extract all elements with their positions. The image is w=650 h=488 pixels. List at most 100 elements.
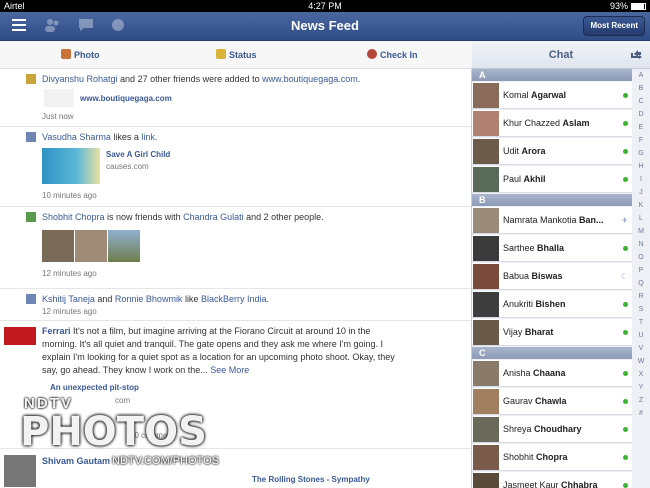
chat-contact[interactable]: Shobhit Chopra (472, 444, 632, 471)
story-actor[interactable]: Ferrari (42, 326, 71, 336)
story-actor[interactable]: Shivam Gautam (42, 456, 110, 466)
index-letter[interactable]: V (632, 342, 650, 355)
chat-contact[interactable]: Namrata Mankotia Ban... ✈ (472, 207, 632, 234)
online-status-icon (623, 93, 628, 98)
share-icon[interactable] (630, 49, 642, 59)
story-actor[interactable]: Kshitij Taneja (42, 294, 95, 304)
comments-count[interactable]: 20 comme (130, 431, 167, 440)
story-target[interactable]: BlackBerry India (201, 294, 267, 304)
contact-first-name: Paul (503, 174, 524, 184)
story-actor[interactable]: Shobhit Chopra (42, 212, 105, 222)
index-letter[interactable]: X (632, 368, 650, 381)
index-letter[interactable]: T (632, 316, 650, 329)
chat-contact[interactable]: Komal Agarwal (472, 82, 632, 109)
online-status-icon (623, 399, 628, 404)
contact-name: Khur Chazzed Aslam (503, 118, 611, 128)
contact-first-name: Shobhit (503, 452, 537, 462)
index-letter[interactable]: G (632, 147, 650, 160)
index-letter[interactable]: H (632, 160, 650, 173)
index-letter[interactable]: # (632, 407, 650, 420)
ferrari-avatar[interactable] (4, 327, 36, 345)
index-letter[interactable]: Z (632, 394, 650, 407)
index-letter[interactable]: K (632, 199, 650, 212)
index-letter[interactable]: P (632, 264, 650, 277)
friend-photo[interactable] (108, 230, 140, 262)
index-letter[interactable]: N (632, 238, 650, 251)
avatar (473, 320, 499, 345)
chat-contact[interactable]: Udit Arora (472, 138, 632, 165)
index-letter[interactable]: Q (632, 277, 650, 290)
status-button[interactable]: Status (216, 49, 257, 60)
link-title[interactable]: The Rolling Stones - Sympathy (252, 475, 370, 484)
index-letter[interactable]: R (632, 290, 650, 303)
story-target[interactable]: Chandra Gulati (183, 212, 244, 222)
link-title[interactable]: Save A Girl Child (106, 150, 170, 159)
index-letter[interactable]: Y (632, 381, 650, 394)
index-letter[interactable]: A (632, 69, 650, 82)
avatar (473, 361, 499, 386)
index-letter[interactable]: E (632, 121, 650, 134)
index-letter[interactable]: M (632, 225, 650, 238)
index-letter[interactable]: L (632, 212, 650, 225)
most-recent-button[interactable]: Most Recent (583, 16, 645, 36)
avatar (473, 389, 499, 414)
chat-contact[interactable]: Gaurav Chawla (472, 388, 632, 415)
clock: 4:27 PM (308, 1, 342, 11)
index-letter[interactable]: D (632, 108, 650, 121)
feed-story: Vasudha Sharma likes a link. Save A Girl… (0, 127, 471, 207)
index-letter[interactable]: U (632, 329, 650, 342)
photo-button[interactable]: Photo (61, 49, 100, 60)
contact-first-name: Gaurav (503, 396, 536, 406)
contact-last-name: Bhalla (537, 243, 565, 253)
chat-contact[interactable]: Shreya Choudhary (472, 416, 632, 443)
online-status-icon (623, 455, 628, 460)
link-title[interactable]: www.boutiquegaga.com (80, 94, 172, 103)
index-letter[interactable]: B (632, 82, 650, 95)
contact-name: Shobhit Chopra (503, 452, 611, 462)
chat-contact[interactable]: Anisha Chaana (472, 360, 632, 387)
news-feed[interactable]: Divyanshu Rohatgi and 27 other friends w… (0, 69, 472, 488)
index-letter[interactable]: C (632, 95, 650, 108)
index-letter[interactable]: O (632, 251, 650, 264)
contact-first-name: Namrata Mankotia (503, 215, 580, 225)
alphabet-index[interactable]: A B C D E F G H I J K L M N O P Q R S T U V W X Y Z # (632, 69, 650, 488)
contact-last-name: Arora (521, 146, 546, 156)
story-text: Divyanshu Rohatgi and 27 other friends w… (42, 74, 361, 84)
index-letter[interactable]: I (632, 173, 650, 186)
friend-photo[interactable] (75, 230, 107, 262)
avatar (473, 445, 499, 470)
feed-story: Kshitij Taneja and Ronnie Bhowmik like B… (0, 289, 471, 321)
see-more-link[interactable]: See More (210, 365, 249, 375)
contact-name: Namrata Mankotia Ban... (503, 215, 611, 225)
chat-contact[interactable]: Jasmeet Kaur Chhabra (472, 472, 632, 488)
contact-last-name: Aslam (562, 118, 590, 128)
contact-name: Anisha Chaana (503, 368, 611, 378)
friend-photo[interactable] (42, 230, 74, 262)
contact-name: Udit Arora (503, 146, 611, 156)
chat-contact[interactable]: Babua Biswas ☾ (472, 263, 632, 290)
story-actor[interactable]: Divyanshu Rohatgi (42, 74, 118, 84)
index-letter[interactable]: J (632, 186, 650, 199)
story-target[interactable]: Ronnie Bhowmik (115, 294, 183, 304)
actor-avatar[interactable] (4, 455, 36, 487)
chat-contact[interactable]: Anukriti Bishen (472, 291, 632, 318)
link-title[interactable]: An unexpected pit-stop (50, 383, 139, 392)
chat-contact[interactable]: Sarthee Bhalla (472, 235, 632, 262)
like-icon (26, 132, 36, 142)
battery-icon (631, 3, 646, 10)
story-text: Shobhit Chopra is now friends with Chand… (42, 212, 324, 222)
story-target[interactable]: www.boutiquegaga.com (262, 74, 358, 84)
story-text: Shivam Gautam (42, 455, 462, 468)
chat-contact[interactable]: Khur Chazzed Aslam (472, 110, 632, 137)
index-letter[interactable]: W (632, 355, 650, 368)
contact-name: Sarthee Bhalla (503, 243, 611, 253)
check-in-button[interactable]: Check In (367, 49, 418, 60)
index-letter[interactable]: S (632, 303, 650, 316)
online-status-icon (623, 330, 628, 335)
chat-contact[interactable]: Vijay Bharat (472, 319, 632, 346)
index-letter[interactable]: F (632, 134, 650, 147)
feed-story: Ferrari It's not a film, but imagine arr… (0, 321, 471, 449)
chat-contact[interactable]: Paul Akhil (472, 166, 632, 193)
story-target[interactable]: link (141, 132, 155, 142)
story-actor[interactable]: Vasudha Sharma (42, 132, 111, 142)
